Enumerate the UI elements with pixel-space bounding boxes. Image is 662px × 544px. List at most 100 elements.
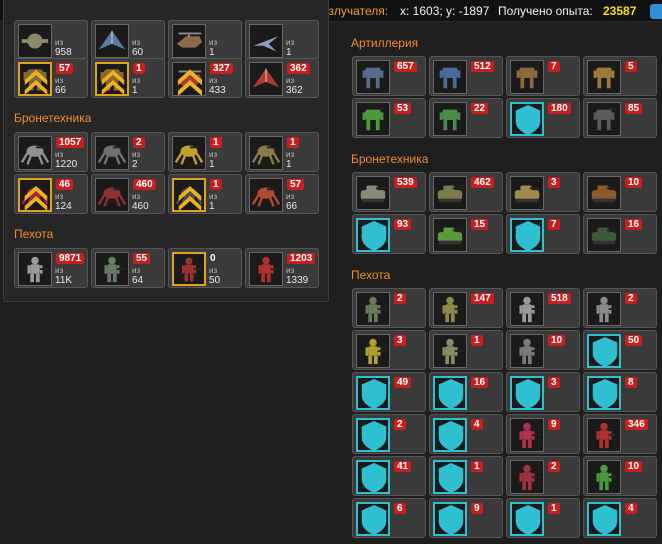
unit-card[interactable]: 0 из 50 xyxy=(168,248,242,288)
unit-card[interactable]: 539 xyxy=(352,172,426,212)
unit-card[interactable]: 1057 из 1220 xyxy=(14,132,88,172)
unit-card[interactable]: 10 xyxy=(583,456,657,496)
unit-card[interactable]: 9 xyxy=(506,414,580,454)
shield-icon xyxy=(438,379,464,408)
shield-icon xyxy=(438,463,464,492)
unit-card[interactable]: 10 xyxy=(506,330,580,370)
unit-card[interactable]: 2 xyxy=(352,288,426,328)
unit-card[interactable]: 518 xyxy=(506,288,580,328)
unit-card[interactable]: 15 xyxy=(429,214,503,254)
unit-card[interactable]: 2 xyxy=(506,456,580,496)
unit-card[interactable]: 50 xyxy=(583,330,657,370)
unit-card[interactable]: 2 xyxy=(583,288,657,328)
unit-card[interactable]: 9871 из 11K xyxy=(14,248,88,288)
unit-card[interactable]: 7 xyxy=(506,56,580,96)
unit-card[interactable]: 327 из 433 xyxy=(168,58,242,98)
unit-count-badge: 9 xyxy=(471,503,483,514)
unit-of-label: из xyxy=(55,76,64,85)
exp-label: Получено опыта: xyxy=(498,4,593,18)
unit-card[interactable]: 462 xyxy=(429,172,503,212)
unit-card[interactable]: 3 xyxy=(352,330,426,370)
shield-icon xyxy=(438,505,464,534)
unit-count-badge: 1 xyxy=(287,137,299,148)
shield-icon xyxy=(361,379,387,408)
unit-card[interactable]: 1203 из 1339 xyxy=(245,248,319,288)
unit-card[interactable]: 41 xyxy=(352,456,426,496)
unit-count-badge: 2 xyxy=(548,461,560,472)
unit-card[interactable]: из 60 xyxy=(91,20,165,60)
unit-total: 1 xyxy=(209,201,215,212)
unit-total: 1 xyxy=(209,159,215,170)
soldier-icon xyxy=(587,418,621,452)
unit-card[interactable]: 85 xyxy=(583,98,657,138)
unit-card[interactable]: 55 из 64 xyxy=(91,248,165,288)
unit-of-label: из xyxy=(286,266,295,275)
soldier-icon xyxy=(433,502,467,536)
unit-card[interactable]: 1 xyxy=(429,456,503,496)
unit-card[interactable]: из 958 xyxy=(14,20,88,60)
unit-card[interactable]: 57 из 66 xyxy=(245,174,319,214)
soldier-icon xyxy=(587,376,621,410)
unit-count-badge: 1 xyxy=(210,179,222,190)
unit-card[interactable]: 1 xyxy=(429,330,503,370)
soldier-icon xyxy=(433,460,467,494)
unit-card[interactable]: 8 xyxy=(583,372,657,412)
unit-card[interactable]: 93 xyxy=(352,214,426,254)
unit-card[interactable]: 3 xyxy=(506,172,580,212)
unit-card[interactable]: 460 из 460 xyxy=(91,174,165,214)
unit-count-badge: 9 xyxy=(548,419,560,430)
unit-card[interactable]: 5 xyxy=(583,56,657,96)
unit-card[interactable]: 16 xyxy=(583,214,657,254)
unit-card[interactable]: 10 xyxy=(583,172,657,212)
unit-count-badge: 7 xyxy=(548,61,560,72)
unit-card[interactable]: 3 xyxy=(506,372,580,412)
unit-card[interactable]: 1 из 1 xyxy=(91,58,165,98)
unit-card[interactable]: 657 xyxy=(352,56,426,96)
unit-card[interactable]: из 1 xyxy=(168,20,242,60)
unit-count-badge: 518 xyxy=(548,293,571,304)
unit-card[interactable]: 1 из 1 xyxy=(245,132,319,172)
unit-card[interactable]: 180 xyxy=(506,98,580,138)
unit-total: 2 xyxy=(132,159,138,170)
unit-card[interactable]: 4 xyxy=(583,498,657,538)
unit-card[interactable]: 16 xyxy=(429,372,503,412)
unit-count-badge: 2 xyxy=(625,293,637,304)
unit-card[interactable]: 1 из 1 xyxy=(168,174,242,214)
unit-card[interactable]: 22 xyxy=(429,98,503,138)
menu-button[interactable] xyxy=(650,4,662,19)
shield-icon xyxy=(361,421,387,450)
rank-chevron-icon xyxy=(178,69,202,95)
unit-card[interactable]: 346 xyxy=(583,414,657,454)
fighter-icon xyxy=(249,62,283,96)
unit-card[interactable]: 4 xyxy=(429,414,503,454)
rank-chevron-icon xyxy=(24,186,48,210)
unit-card[interactable]: 7 xyxy=(506,214,580,254)
soldier-icon xyxy=(510,376,544,410)
unit-card[interactable]: 57 из 66 xyxy=(14,58,88,98)
unit-card[interactable]: 1 xyxy=(506,498,580,538)
soldier-icon xyxy=(356,502,390,536)
unit-card[interactable]: из 1 xyxy=(245,20,319,60)
unit-card[interactable]: 2 xyxy=(352,414,426,454)
tank-icon xyxy=(587,218,621,252)
unit-total: 1 xyxy=(286,47,292,58)
unit-card[interactable]: 147 xyxy=(429,288,503,328)
gunship-icon xyxy=(172,62,206,96)
unit-total: 362 xyxy=(286,85,303,96)
unit-card[interactable]: 46 из 124 xyxy=(14,174,88,214)
unit-card[interactable]: 9 xyxy=(429,498,503,538)
left-army-panel: из 958 из 60 из 1 из 1 57 из 66 1 из 1 3… xyxy=(3,0,329,302)
unit-card[interactable]: 1 из 1 xyxy=(168,132,242,172)
spider-tank-icon xyxy=(18,178,52,212)
unit-total: 1 xyxy=(209,47,215,58)
unit-card[interactable]: 6 xyxy=(352,498,426,538)
unit-card[interactable]: 512 xyxy=(429,56,503,96)
unit-card[interactable]: 362 из 362 xyxy=(245,58,319,98)
rank-chevron-icon xyxy=(24,70,48,94)
tank-icon xyxy=(356,176,390,210)
unit-total: 64 xyxy=(132,275,144,286)
unit-card[interactable]: 2 из 2 xyxy=(91,132,165,172)
unit-count-badge: 53 xyxy=(394,103,412,114)
unit-card[interactable]: 49 xyxy=(352,372,426,412)
unit-card[interactable]: 53 xyxy=(352,98,426,138)
